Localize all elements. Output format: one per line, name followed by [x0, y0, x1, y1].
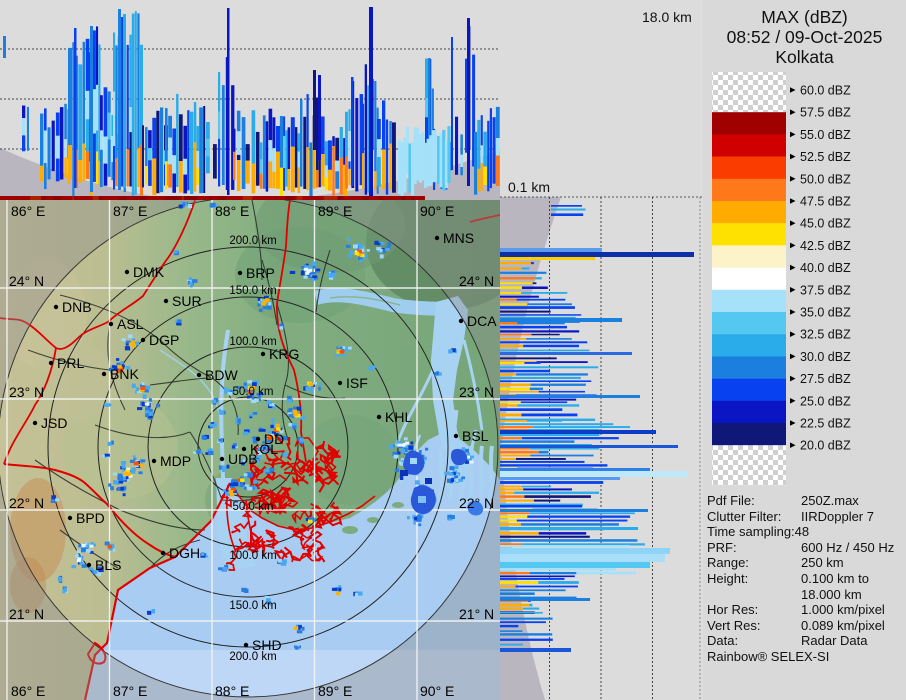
svg-text:22° N: 22° N [9, 495, 44, 511]
svg-text:DGH: DGH [169, 545, 200, 561]
svg-text:ASL: ASL [117, 316, 144, 332]
svg-text:52.5 dBZ: 52.5 dBZ [800, 150, 851, 164]
svg-text:88° E: 88° E [215, 683, 249, 699]
svg-text:23° N: 23° N [9, 384, 44, 400]
svg-text:BSL: BSL [462, 428, 489, 444]
svg-text:BRP: BRP [246, 265, 275, 281]
svg-text:89° E: 89° E [318, 203, 352, 219]
svg-text:50.0 dBZ: 50.0 dBZ [800, 172, 851, 186]
svg-text:KHL: KHL [385, 409, 412, 425]
svg-text:30.0 dBZ: 30.0 dBZ [800, 350, 851, 364]
svg-text:55.0 dBZ: 55.0 dBZ [800, 128, 851, 142]
svg-text:BNK: BNK [110, 366, 139, 382]
svg-text:32.5 dBZ: 32.5 dBZ [800, 328, 851, 342]
svg-text:23° N: 23° N [459, 384, 494, 400]
svg-text:ISF: ISF [346, 375, 368, 391]
svg-text:87° E: 87° E [113, 683, 147, 699]
svg-text:88° E: 88° E [215, 203, 249, 219]
svg-text:200.0 km: 200.0 km [229, 651, 276, 663]
svg-text:DNB: DNB [62, 299, 92, 315]
svg-text:22.5 dBZ: 22.5 dBZ [800, 417, 851, 431]
svg-text:BLS: BLS [95, 557, 121, 573]
svg-text:100.0 km: 100.0 km [229, 550, 276, 562]
svg-text:KRG: KRG [269, 346, 299, 362]
svg-text:JSD: JSD [41, 415, 67, 431]
svg-text:200.0 km: 200.0 km [229, 235, 276, 247]
svg-text:90° E: 90° E [420, 683, 454, 699]
svg-text:MNS: MNS [443, 230, 474, 246]
svg-text:86° E: 86° E [11, 683, 45, 699]
svg-text:47.5 dBZ: 47.5 dBZ [800, 195, 851, 209]
svg-text:UDB: UDB [228, 451, 258, 467]
svg-text:89° E: 89° E [318, 683, 352, 699]
svg-text:20.0 dBZ: 20.0 dBZ [800, 439, 851, 453]
svg-text:24° N: 24° N [459, 273, 494, 289]
svg-text:SUR: SUR [172, 293, 202, 309]
svg-text:40.0 dBZ: 40.0 dBZ [800, 261, 851, 275]
svg-text:BDW: BDW [205, 367, 238, 383]
svg-text:DCA: DCA [467, 313, 497, 329]
svg-text:60.0 dBZ: 60.0 dBZ [800, 84, 851, 98]
svg-text:100.0 km: 100.0 km [229, 336, 276, 348]
svg-text:MDP: MDP [160, 453, 191, 469]
svg-text:150.0 km: 150.0 km [229, 600, 276, 612]
svg-text:DGP: DGP [149, 332, 179, 348]
svg-text:27.5 dBZ: 27.5 dBZ [800, 372, 851, 386]
svg-text:57.5 dBZ: 57.5 dBZ [800, 106, 851, 120]
svg-text:45.0 dBZ: 45.0 dBZ [800, 217, 851, 231]
svg-text:BPD: BPD [76, 510, 105, 526]
svg-text:DMK: DMK [133, 264, 165, 280]
svg-text:21° N: 21° N [459, 606, 494, 622]
svg-text:25.0 dBZ: 25.0 dBZ [800, 394, 851, 408]
svg-text:35.0 dBZ: 35.0 dBZ [800, 306, 851, 320]
svg-text:150.0 km: 150.0 km [229, 285, 276, 297]
svg-text:37.5 dBZ: 37.5 dBZ [800, 283, 851, 297]
svg-text:90° E: 90° E [420, 203, 454, 219]
svg-text:24° N: 24° N [9, 273, 44, 289]
svg-text:87° E: 87° E [113, 203, 147, 219]
svg-text:50.0 km: 50.0 km [233, 386, 274, 398]
svg-text:21° N: 21° N [9, 606, 44, 622]
svg-text:PRL: PRL [57, 355, 84, 371]
svg-text:50.0 km: 50.0 km [233, 501, 274, 513]
svg-text:22° N: 22° N [459, 495, 494, 511]
svg-text:42.5 dBZ: 42.5 dBZ [800, 239, 851, 253]
svg-text:86° E: 86° E [11, 203, 45, 219]
